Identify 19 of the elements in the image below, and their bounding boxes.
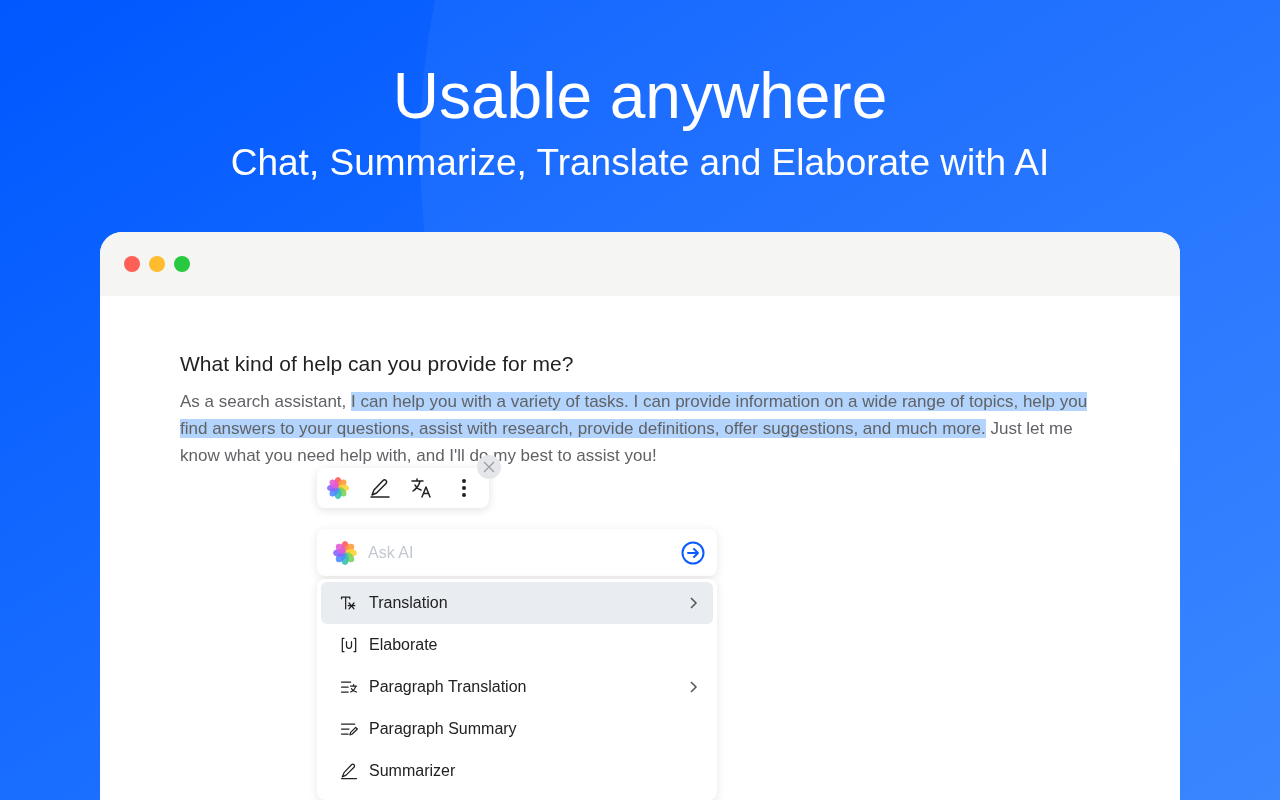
- close-icon[interactable]: [483, 461, 495, 473]
- hero-subtitle: Chat, Summarize, Translate and Elaborate with AI: [230, 141, 1050, 185]
- menu-item-label: Paragraph Translation: [369, 677, 528, 697]
- menu-item-label: Elaborate: [369, 635, 439, 655]
- hero-title: Usable anywhere: [392, 59, 888, 134]
- document-heading: What kind of help can you provide for me?: [180, 351, 575, 377]
- menu-item-label: Summarizer: [369, 761, 457, 781]
- menu-item-label: Paragraph Summary: [369, 719, 518, 739]
- brackets-icon: [339, 635, 359, 655]
- flower-logo-icon[interactable]: [326, 476, 350, 500]
- pen-icon: [339, 761, 359, 781]
- menu-item[interactable]: Translation: [321, 582, 713, 624]
- flower-logo-icon: [332, 539, 358, 566]
- ask-ai-field[interactable]: Ask AI: [317, 529, 717, 576]
- menu-item-label: Translation: [369, 593, 449, 613]
- pen-icon[interactable]: [368, 476, 392, 500]
- ask-ai-input[interactable]: Ask AI: [368, 540, 671, 565]
- translate-icon[interactable]: [410, 476, 434, 500]
- close-window-button[interactable]: [124, 256, 140, 272]
